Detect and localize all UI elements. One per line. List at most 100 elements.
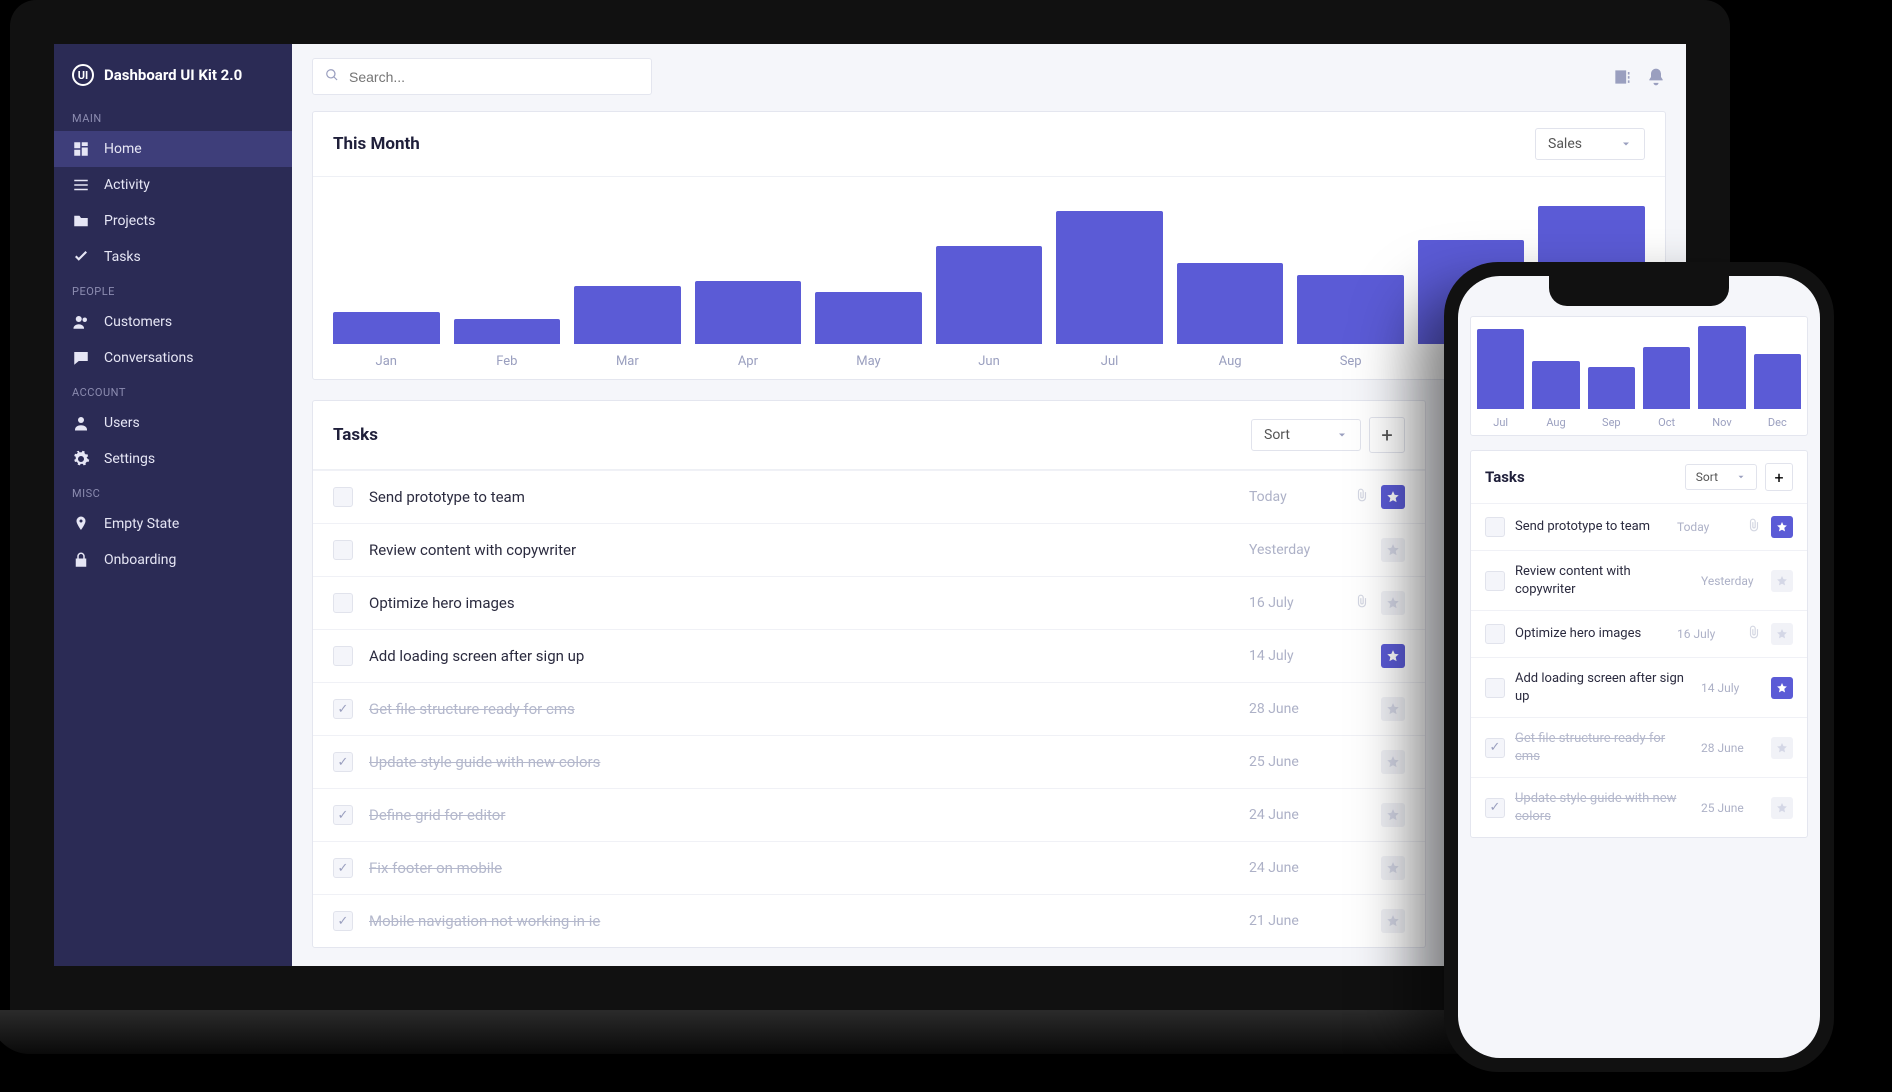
chart-bar-col: Jun	[936, 246, 1043, 369]
task-row[interactable]: Optimize hero images 16 July	[313, 576, 1425, 629]
task-date: Today	[1677, 520, 1737, 534]
star-button[interactable]	[1771, 737, 1793, 759]
sidebar-item-customers[interactable]: Customers	[54, 304, 292, 340]
phone-sort-dropdown[interactable]: Sort	[1685, 464, 1757, 490]
phone-task-row[interactable]: Review content with copywriter Yesterday	[1471, 550, 1807, 610]
sidebar-item-users[interactable]: Users	[54, 405, 292, 441]
task-row[interactable]: Add loading screen after sign up 14 July	[313, 629, 1425, 682]
task-checkbox[interactable]	[333, 911, 353, 931]
phone-chart-bar-col: Oct	[1643, 347, 1690, 429]
search-input[interactable]	[349, 69, 639, 85]
sidebar-item-projects[interactable]: Projects	[54, 203, 292, 239]
chart-dropdown[interactable]: Sales	[1535, 128, 1645, 160]
tasks-card: Tasks Sort +	[312, 400, 1426, 948]
star-button[interactable]	[1381, 856, 1405, 880]
task-checkbox[interactable]	[1485, 738, 1505, 758]
phone-task-row[interactable]: Optimize hero images 16 July	[1471, 610, 1807, 657]
search-box[interactable]	[312, 58, 652, 95]
star-button[interactable]	[1381, 538, 1405, 562]
phone-task-row[interactable]: Send prototype to team Today	[1471, 503, 1807, 550]
task-checkbox[interactable]	[1485, 624, 1505, 644]
star-button[interactable]	[1771, 516, 1793, 538]
tasks-sort-dropdown[interactable]: Sort	[1251, 419, 1361, 451]
app-root: UI Dashboard UI Kit 2.0 MAIN Home Activi…	[54, 44, 1686, 966]
phone-task-row[interactable]: Update style guide with new colors 25 Ju…	[1471, 777, 1807, 837]
phone-chart-bar[interactable]	[1698, 326, 1745, 409]
task-checkbox[interactable]	[333, 646, 353, 666]
star-button[interactable]	[1381, 697, 1405, 721]
phone-task-row[interactable]: Add loading screen after sign up 14 July	[1471, 657, 1807, 717]
star-button[interactable]	[1771, 570, 1793, 592]
chart-bar[interactable]	[695, 281, 802, 344]
sidebar-item-onboarding[interactable]: Onboarding	[54, 542, 292, 578]
phone-chart-bar[interactable]	[1754, 354, 1801, 409]
attachment-icon[interactable]	[1747, 518, 1761, 536]
star-button[interactable]	[1381, 591, 1405, 615]
chart-bar[interactable]	[1177, 263, 1284, 344]
attachment-icon[interactable]	[1355, 594, 1369, 612]
star-button[interactable]	[1381, 803, 1405, 827]
task-checkbox[interactable]	[333, 593, 353, 613]
task-row[interactable]: Update style guide with new colors 25 Ju…	[313, 735, 1425, 788]
star-button[interactable]	[1381, 485, 1405, 509]
attachment-icon[interactable]	[1747, 625, 1761, 643]
star-button[interactable]	[1771, 677, 1793, 699]
task-row[interactable]: Get file structure ready for cms 28 June	[313, 682, 1425, 735]
task-checkbox[interactable]	[333, 858, 353, 878]
phone-chart-bar-col: Sep	[1588, 367, 1635, 429]
user-icon	[72, 414, 90, 432]
chart-bar-label: Aug	[1219, 354, 1242, 369]
phone-chart-bar[interactable]	[1477, 329, 1524, 409]
contacts-icon[interactable]	[1612, 67, 1632, 87]
sidebar-item-activity[interactable]: Activity	[54, 167, 292, 203]
task-row[interactable]: Define grid for editor 24 June	[313, 788, 1425, 841]
chart-bar[interactable]	[454, 319, 561, 344]
sidebar-item-home[interactable]: Home	[54, 131, 292, 167]
task-row[interactable]: Mobile navigation not working in ie 21 J…	[313, 894, 1425, 947]
phone-chart-bar[interactable]	[1588, 367, 1635, 409]
chart-bar[interactable]	[815, 292, 922, 344]
phone-task-row[interactable]: Get file structure ready for cms 28 June	[1471, 717, 1807, 777]
task-checkbox[interactable]	[1485, 678, 1505, 698]
task-actions	[1355, 803, 1405, 827]
sidebar-item-empty-state[interactable]: Empty State	[54, 506, 292, 542]
phone-chart-bar[interactable]	[1532, 361, 1579, 409]
star-button[interactable]	[1381, 644, 1405, 668]
task-checkbox[interactable]	[333, 699, 353, 719]
task-checkbox[interactable]	[1485, 517, 1505, 537]
task-checkbox[interactable]	[1485, 571, 1505, 591]
phone-add-task-button[interactable]: +	[1765, 463, 1793, 491]
phone-notch	[1549, 276, 1729, 306]
task-row[interactable]: Send prototype to team Today	[313, 470, 1425, 523]
sidebar-item-settings[interactable]: Settings	[54, 441, 292, 477]
people-icon	[72, 313, 90, 331]
chart-bar[interactable]	[1297, 275, 1404, 344]
phone-tasks-card: Tasks Sort + Send prototype to team Toda…	[1470, 450, 1808, 838]
phone-chart-bar-col: Nov	[1698, 326, 1745, 429]
task-row[interactable]: Fix footer on mobile 24 June	[313, 841, 1425, 894]
brand[interactable]: UI Dashboard UI Kit 2.0	[54, 58, 292, 102]
task-checkbox[interactable]	[333, 805, 353, 825]
task-checkbox[interactable]	[333, 487, 353, 507]
sidebar-item-label: Conversations	[104, 350, 193, 366]
star-button[interactable]	[1771, 797, 1793, 819]
star-button[interactable]	[1381, 750, 1405, 774]
bell-icon[interactable]	[1646, 67, 1666, 87]
star-button[interactable]	[1771, 623, 1793, 645]
chart-bar-col: Jan	[333, 312, 440, 369]
sidebar-item-tasks[interactable]: Tasks	[54, 239, 292, 275]
chart-bar[interactable]	[936, 246, 1043, 344]
star-button[interactable]	[1381, 909, 1405, 933]
task-row[interactable]: Review content with copywriter Yesterday	[313, 523, 1425, 576]
phone-chart-bar-label: Jul	[1493, 416, 1508, 429]
attachment-icon[interactable]	[1355, 488, 1369, 506]
chart-bar[interactable]	[574, 286, 681, 344]
task-checkbox[interactable]	[1485, 798, 1505, 818]
task-checkbox[interactable]	[333, 752, 353, 772]
add-task-button[interactable]: +	[1369, 417, 1405, 453]
task-checkbox[interactable]	[333, 540, 353, 560]
chart-bar[interactable]	[333, 312, 440, 344]
phone-chart-bar[interactable]	[1643, 347, 1690, 409]
chart-bar[interactable]	[1056, 211, 1163, 344]
sidebar-item-conversations[interactable]: Conversations	[54, 340, 292, 376]
